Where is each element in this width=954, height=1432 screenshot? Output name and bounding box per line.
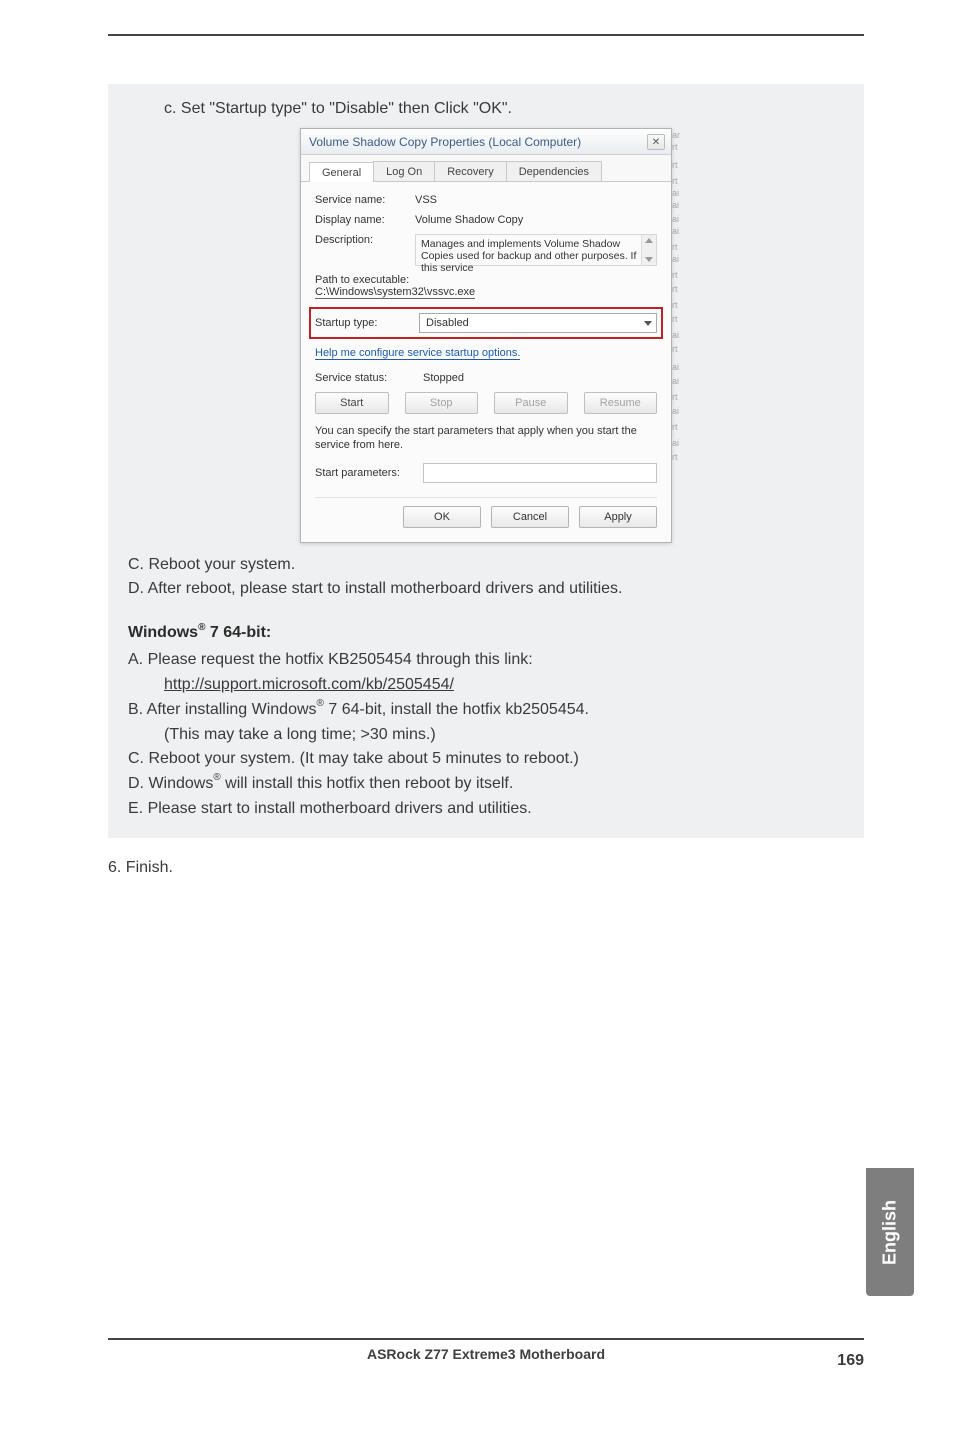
startup-type-value: Disabled: [426, 317, 469, 329]
close-icon[interactable]: ✕: [647, 134, 665, 150]
step-6-finish: 6. Finish.: [108, 856, 864, 881]
service-name-value: VSS: [415, 194, 657, 206]
language-tab: English: [866, 1168, 914, 1296]
tab-logon[interactable]: Log On: [373, 161, 435, 181]
step-d2: D. Windows® will install this hotfix the…: [128, 772, 844, 797]
cancel-button[interactable]: Cancel: [491, 506, 569, 528]
hotfix-link[interactable]: http://support.microsoft.com/kb/2505454/: [164, 676, 454, 693]
resume-button[interactable]: Resume: [584, 392, 658, 414]
display-name-label: Display name:: [315, 214, 415, 226]
dialog-tabs: General Log On Recovery Dependencies: [301, 155, 671, 182]
instruction-c: c. Set "Startup type" to "Disable" then …: [164, 100, 844, 118]
tab-general[interactable]: General: [309, 162, 374, 182]
cropped-text-fragment: ar rt rt rt ai ai ai ai rt ai rt rt rt r…: [672, 129, 684, 542]
start-button[interactable]: Start: [315, 392, 389, 414]
startup-type-label: Startup type:: [315, 317, 411, 329]
service-status-value: Stopped: [423, 372, 464, 384]
step-e: E. Please start to install motherboard d…: [128, 797, 844, 822]
path-value: C:\Windows\system32\vssvc.exe: [315, 286, 475, 299]
service-status-label: Service status:: [315, 372, 415, 384]
startup-type-select[interactable]: Disabled: [419, 313, 657, 333]
step-c2: C. Reboot your system. (It may take abou…: [128, 747, 844, 772]
service-name-label: Service name:: [315, 194, 415, 206]
step-c-reboot: C. Reboot your system.: [128, 553, 844, 578]
footer-title: ASRock Z77 Extreme3 Motherboard: [108, 1346, 864, 1362]
path-label: Path to executable:: [315, 274, 657, 286]
ok-button[interactable]: OK: [403, 506, 481, 528]
page-number: 169: [837, 1352, 864, 1370]
description-box: Manages and implements Volume Shadow Cop…: [415, 234, 657, 266]
dialog-title: Volume Shadow Copy Properties (Local Com…: [309, 135, 581, 149]
step-a: A. Please request the hotfix KB2505454 t…: [128, 648, 844, 673]
start-params-input[interactable]: [423, 463, 657, 483]
display-name-value: Volume Shadow Copy: [415, 214, 657, 226]
tab-recovery[interactable]: Recovery: [434, 161, 506, 181]
start-params-label: Start parameters:: [315, 467, 415, 479]
description-label: Description:: [315, 234, 415, 246]
apply-button[interactable]: Apply: [579, 506, 657, 528]
step-d-after-reboot: D. After reboot, please start to install…: [128, 577, 844, 602]
description-value: Manages and implements Volume Shadow Cop…: [421, 238, 651, 274]
windows7-heading: Windows® 7 64-bit:: [128, 624, 844, 642]
startup-type-highlight: Startup type: Disabled: [311, 309, 661, 337]
step-b: B. After installing Windows® 7 64-bit, i…: [128, 698, 844, 723]
scrollbar[interactable]: [641, 235, 656, 265]
vss-properties-dialog: Volume Shadow Copy Properties (Local Com…: [300, 128, 672, 543]
help-link[interactable]: Help me configure service startup option…: [315, 347, 520, 360]
start-params-note: You can specify the start parameters tha…: [315, 424, 657, 453]
chevron-down-icon: [644, 321, 652, 326]
dialog-titlebar: Volume Shadow Copy Properties (Local Com…: [301, 129, 671, 155]
tab-dependencies[interactable]: Dependencies: [506, 161, 602, 181]
pause-button[interactable]: Pause: [494, 392, 568, 414]
step-b-note: (This may take a long time; >30 mins.): [164, 723, 844, 748]
stop-button[interactable]: Stop: [405, 392, 479, 414]
